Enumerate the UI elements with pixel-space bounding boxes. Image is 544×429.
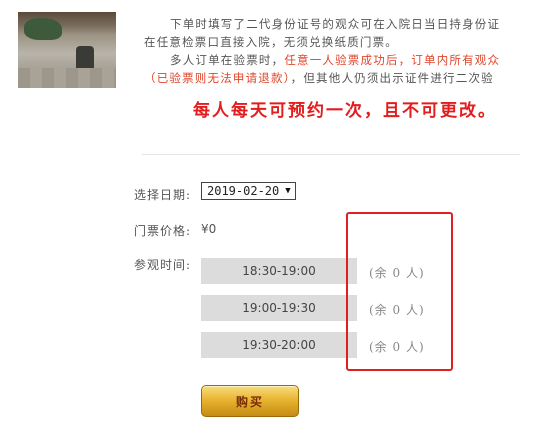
intro-line-4-normal: ，但其他人仍须出示证件进行二次验 xyxy=(290,71,494,85)
intro-line-3-red: 任意一人验票成功后，订单内所有观众 xyxy=(284,53,501,67)
intro-line-4: （已验票则无法申请退款），但其他人仍须出示证件进行二次验 xyxy=(144,70,494,86)
intro-line-2: 在任意检票口直接入院，无须兑换纸质门票。 xyxy=(144,35,398,49)
time-label: 参观时间: xyxy=(134,258,192,272)
time-slot-3[interactable]: 19:30-20:00 xyxy=(201,332,357,358)
intro-line-4-red: （已验票则无法申请退款） xyxy=(144,71,291,85)
museum-photo xyxy=(18,12,116,88)
price-label: 门票价格: xyxy=(134,224,192,238)
intro-line-3-normal: 多人订单在验票时， xyxy=(170,53,285,67)
remaining-count-3: (余 0 人) xyxy=(369,340,425,354)
time-slot-1[interactable]: 18:30-19:00 xyxy=(201,258,357,284)
intro-line-1: 下单时填写了二代身份证号的观众可在入院日当日持身份证 xyxy=(170,17,501,31)
divider xyxy=(142,154,520,155)
date-label: 选择日期: xyxy=(134,188,192,202)
remaining-count-2: (余 0 人) xyxy=(369,303,425,317)
buy-button[interactable]: 购买 xyxy=(201,385,299,417)
intro-line-3: 多人订单在验票时，任意一人验票成功后，订单内所有观众 xyxy=(170,52,500,68)
photo-stone-floor xyxy=(18,68,116,88)
photo-tree xyxy=(24,18,62,40)
booking-limit-notice: 每人每天可预约一次，且不可更改。 xyxy=(193,101,497,121)
date-select-value: 2019-02-20 xyxy=(207,184,280,198)
date-select[interactable]: 2019-02-20 ▼ xyxy=(201,182,296,200)
dropdown-arrow-icon: ▼ xyxy=(285,186,291,196)
remaining-count-1: (余 0 人) xyxy=(369,266,425,280)
price-value: ¥0 xyxy=(201,222,217,236)
time-slot-2[interactable]: 19:00-19:30 xyxy=(201,295,357,321)
